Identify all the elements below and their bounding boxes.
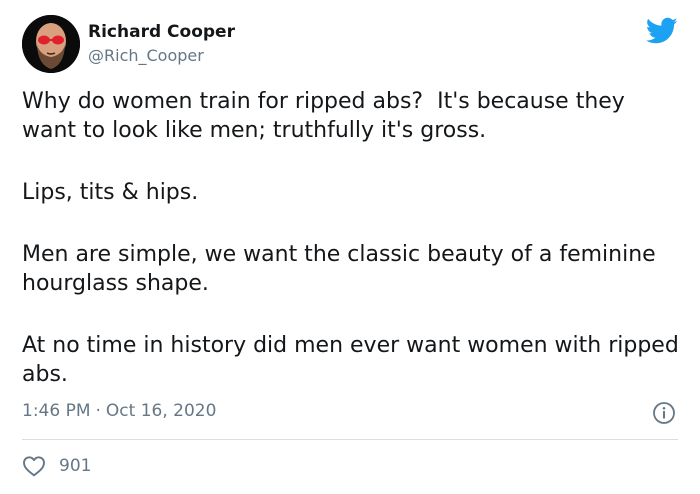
info-icon[interactable]: [652, 401, 676, 425]
tweet-paragraph: Why do women train for ripped abs? It's …: [22, 89, 632, 143]
like-count: 901: [59, 456, 92, 476]
tweet-paragraph: At no time in history did men ever want …: [22, 333, 686, 387]
like-button[interactable]: 901: [22, 454, 91, 478]
author-name[interactable]: Richard Cooper: [88, 22, 235, 42]
tweet-text: Why do women train for ripped abs? It's …: [22, 87, 682, 389]
tweet-timestamp[interactable]: 1:46 PM · Oct 16, 2020: [22, 401, 216, 421]
avatar-icon: [22, 15, 80, 73]
tweet-paragraph: Men are simple, we want the classic beau…: [22, 242, 663, 296]
divider: [22, 439, 678, 440]
twitter-bird-icon[interactable]: [645, 17, 678, 45]
tweet-date: Oct 16, 2020: [105, 401, 217, 421]
tweet-card: Richard Cooper @Rich_Cooper Why do women…: [0, 0, 700, 494]
author-handle[interactable]: @Rich_Cooper: [88, 46, 204, 65]
meta-separator: ·: [95, 401, 101, 421]
tweet-paragraph: Lips, tits & hips.: [22, 180, 199, 205]
author-avatar[interactable]: [22, 15, 80, 73]
heart-icon: [22, 455, 46, 477]
tweet-time: 1:46 PM: [22, 401, 91, 421]
